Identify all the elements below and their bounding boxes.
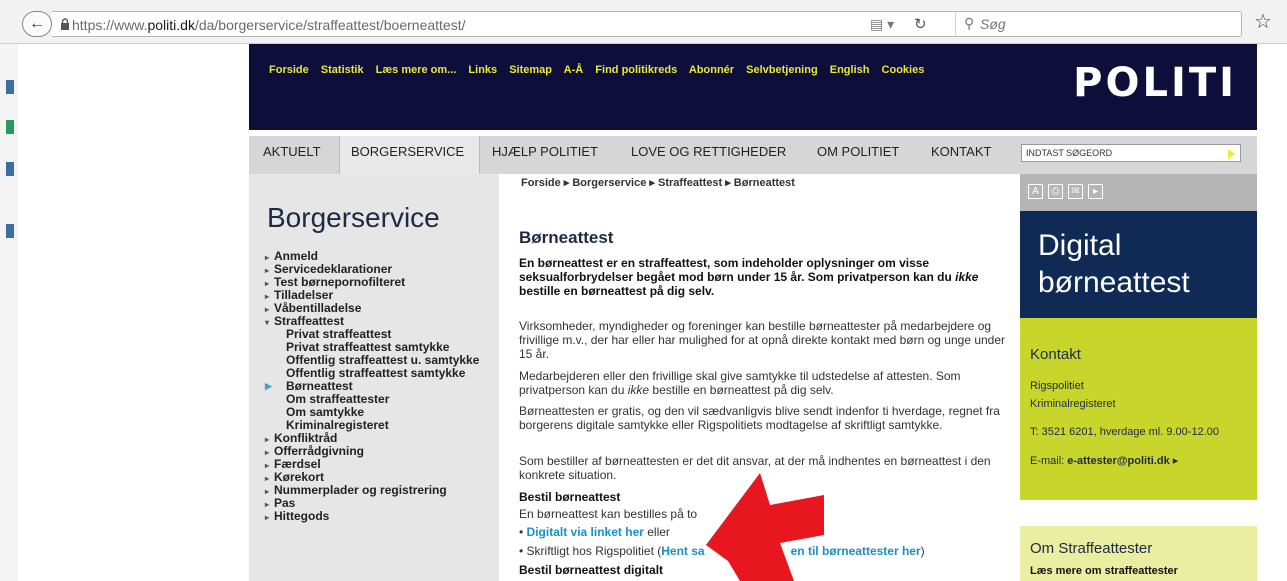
page-title: Børneattest xyxy=(519,228,614,247)
site-header: Forside Statistik Læs mere om... Links S… xyxy=(249,44,1257,130)
sidebar-subitem-boerneattest[interactable]: ▶ Børneattest xyxy=(265,380,479,393)
contact-email-row: E-mail: e-attester@politi.dk ▸ xyxy=(1030,455,1179,467)
topnav-find-politikreds[interactable]: Find politikreds xyxy=(595,64,677,76)
print-icon[interactable]: ⎙ xyxy=(1048,184,1063,199)
sidebar-item-hittegods[interactable]: ▸ Hittegods xyxy=(265,510,479,523)
topnav-abonner[interactable]: Abonnér xyxy=(689,64,734,76)
digital-order-link[interactable]: Digitalt via linket her xyxy=(527,525,644,539)
nav-love-og-rettigheder[interactable]: LOVE OG RETTIGHEDER xyxy=(631,144,786,159)
red-arrow-annotation xyxy=(706,473,824,581)
lock-icon xyxy=(61,18,69,30)
paragraph-1: Virksomheder, myndigheder og foreninger … xyxy=(519,319,1006,361)
intro-text: En børneattest er en straffeattest, som … xyxy=(519,256,979,298)
om-link[interactable]: Læs mere om straffeattester xyxy=(1030,565,1178,577)
text-size-icon[interactable]: A xyxy=(1028,184,1043,199)
speaker-icon[interactable]: ▸ xyxy=(1088,184,1103,199)
bookmark-star-icon[interactable]: ☆ xyxy=(1254,9,1272,34)
banner-line-1: Digital xyxy=(1038,229,1122,262)
top-nav: Forside Statistik Læs mere om... Links S… xyxy=(269,64,933,76)
banner-line-2: børneattest xyxy=(1038,266,1190,299)
browser-toolbar: ← https://www.politi.dk/da/borgerservice… xyxy=(0,0,1287,44)
contact-box: Kontakt Rigspolitiet Kriminalregisteret … xyxy=(1020,318,1257,500)
subhead-bestil: Bestil børneattest xyxy=(519,490,621,504)
current-page-icon: ▶ xyxy=(265,381,272,391)
topnav-selvbetjening[interactable]: Selvbetjening xyxy=(746,64,818,76)
topnav-statistik[interactable]: Statistik xyxy=(321,64,364,76)
breadcrumb[interactable]: Forside ▸ Borgerservice ▸ Straffeattest … xyxy=(521,176,795,189)
reader-view-icon[interactable]: ▤ ▾ xyxy=(870,16,894,33)
nav-hjaelp-politiet[interactable]: HJÆLP POLITIET xyxy=(492,144,598,159)
contact-phone: T: 3521 6201, hverdage ml. 9.00-12.00 xyxy=(1030,426,1219,438)
sidebar-title: Borgerservice xyxy=(267,202,440,233)
paragraph-2: Medarbejderen eller den frivillige skal … xyxy=(519,369,961,397)
search-placeholder: Søg xyxy=(980,16,1006,32)
search-submit-icon[interactable] xyxy=(1228,149,1235,159)
nav-aktuelt[interactable]: AKTUELT xyxy=(263,144,321,159)
contact-title: Kontakt xyxy=(1030,346,1081,363)
sidebar-item-nummerplader[interactable]: ▸ Nummerplader og registrering xyxy=(265,484,479,497)
paragraph-3: Børneattesten er gratis, og den vil sædv… xyxy=(519,404,1000,432)
right-column: A ⎙ ✉ ▸ Digital børneattest Kontakt Rigs… xyxy=(1020,174,1257,581)
sidebar: Borgerservice ▸ Anmeld ▸ Servicedeklaratio… xyxy=(249,174,499,581)
topnav-forside[interactable]: Forside xyxy=(269,64,309,76)
browser-search-input[interactable]: ⚲ Søg xyxy=(955,12,1240,36)
main-nav: AKTUELT BORGERSERVICE HJÆLP POLITIET LOV… xyxy=(249,130,1257,174)
site-search-placeholder: INDTAST SØGEORD xyxy=(1026,148,1113,158)
sidebar-menu: ▸ Anmeld ▸ Servicedeklarationer ▸ Test børn… xyxy=(265,250,479,523)
topnav-sitemap[interactable]: Sitemap xyxy=(509,64,552,76)
digital-boerneattest-banner[interactable]: Digital børneattest xyxy=(1020,211,1257,318)
subhead-bestil-digitalt: Bestil børneattest digitalt xyxy=(519,563,664,577)
topnav-a-aa[interactable]: A-Å xyxy=(564,64,584,76)
contact-email-link[interactable]: e-attester@politi.dk xyxy=(1067,455,1169,467)
reload-icon[interactable]: ↻ xyxy=(914,15,927,33)
contact-org-2: Kriminalregisteret xyxy=(1030,398,1116,410)
background-window-strip xyxy=(0,44,18,581)
topnav-links[interactable]: Links xyxy=(468,64,497,76)
search-icon: ⚲ xyxy=(964,15,975,31)
topnav-english[interactable]: English xyxy=(830,64,870,76)
topnav-cookies[interactable]: Cookies xyxy=(882,64,925,76)
om-straffeattester-box: Om Straffeattester Læs mere om straffeat… xyxy=(1020,526,1257,581)
back-button[interactable]: ← xyxy=(22,11,52,37)
address-bar[interactable]: https://www.politi.dk/da/borgerservice/s… xyxy=(52,11,1242,37)
contact-org-1: Rigspolitiet xyxy=(1030,380,1084,392)
url-text: https://www.politi.dk/da/borgerservice/s… xyxy=(72,17,466,33)
topnav-laes-mere[interactable]: Læs mere om... xyxy=(376,64,457,76)
politi-logo[interactable]: POLITI xyxy=(1073,60,1237,106)
nav-om-politiet[interactable]: OM POLITIET xyxy=(817,144,899,159)
site-search-input[interactable]: INDTAST SØGEORD xyxy=(1021,144,1241,162)
download-form-link-part1[interactable]: Hent sa xyxy=(661,544,704,558)
tools-bar: A ⎙ ✉ ▸ xyxy=(1020,174,1257,211)
nav-borgerservice[interactable]: BORGERSERVICE xyxy=(351,144,464,159)
email-icon[interactable]: ✉ xyxy=(1068,184,1083,199)
nav-kontakt[interactable]: KONTAKT xyxy=(931,144,991,159)
om-title: Om Straffeattester xyxy=(1030,540,1153,557)
